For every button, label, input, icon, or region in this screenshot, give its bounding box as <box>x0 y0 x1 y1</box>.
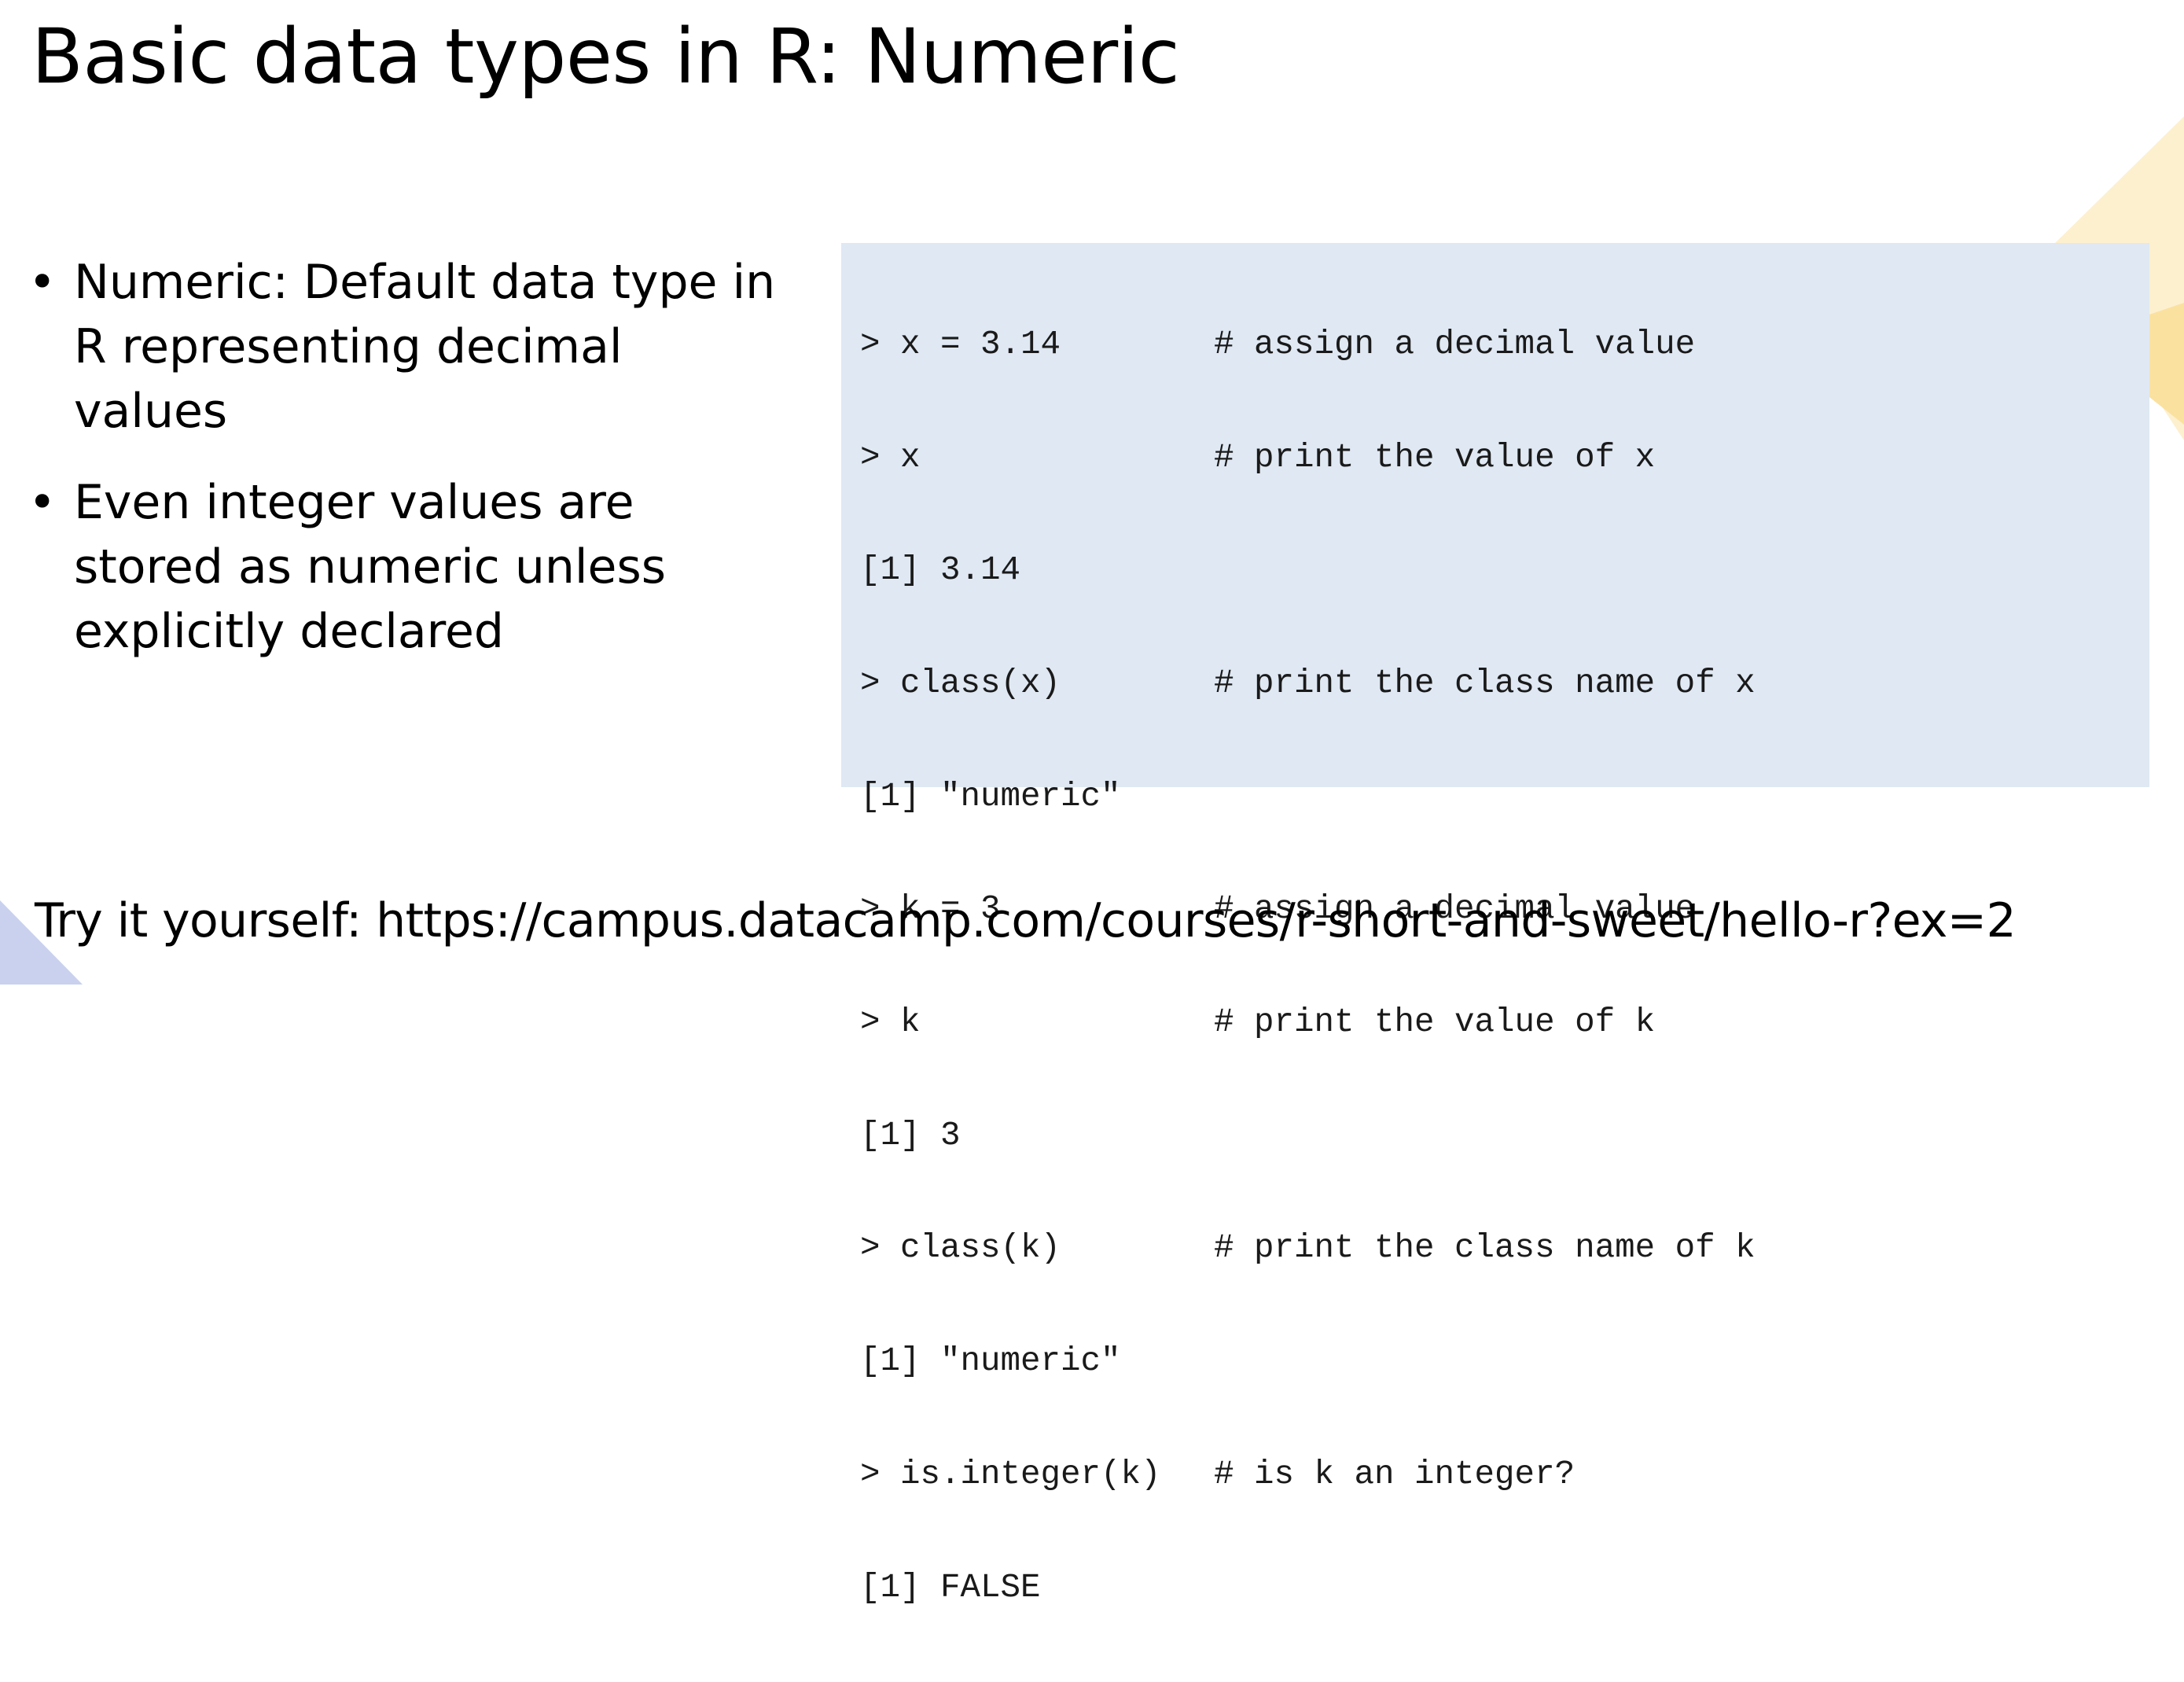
code-output: [1] 3.14 <box>860 551 1021 590</box>
code-command: > is.integer(k) <box>860 1455 1161 1493</box>
code-line: > x # print the value of x <box>860 438 1756 477</box>
code-comment: # print the value of k <box>1214 1003 1656 1042</box>
code-command: > class(x) <box>860 664 1061 702</box>
bullet-marker: • <box>28 255 57 310</box>
code-output: [1] "numeric" <box>860 777 1121 815</box>
code-line: [1] 3 <box>860 1117 1756 1155</box>
code-comment: # print the class name of x <box>1214 664 1756 702</box>
try-it-yourself-link-text: Try it yourself: https://campus.datacamp… <box>35 893 2017 948</box>
yellow-triangle <box>2149 303 2184 425</box>
code-line: > class(k) # print the class name of k <box>860 1229 1756 1268</box>
bullet-marker: • <box>28 475 57 530</box>
code-line: > class(x) # print the class name of x <box>860 664 1756 703</box>
code-line: [1] FALSE <box>860 1568 1756 1607</box>
bullet-item: • Numeric: Default data type in R repres… <box>28 250 783 444</box>
code-line: [1] "numeric" <box>860 778 1756 816</box>
code-output: [1] 3 <box>860 1116 961 1154</box>
code-block: > x = 3.14 # assign a decimal value > x # … <box>841 243 2149 1606</box>
code-line: [1] "numeric" <box>860 1342 1756 1381</box>
bullet-text: Even integer values are stored as numeri… <box>74 475 666 659</box>
code-line: > is.integer(k) # is k an integer? <box>860 1456 1756 1494</box>
code-command: > k <box>860 1003 921 1042</box>
bullet-text: Numeric: Default data type in R represen… <box>74 255 776 439</box>
code-command: > x <box>860 438 921 477</box>
code-output: [1] FALSE <box>860 1568 1041 1607</box>
code-comment: # print the class name of k <box>1214 1229 1756 1268</box>
bullet-item: • Even integer values are stored as nume… <box>28 470 783 664</box>
code-comment: # assign a decimal value <box>1214 325 1696 363</box>
code-comment: # print the value of x <box>1214 438 1656 477</box>
code-command: > class(k) <box>860 1229 1061 1268</box>
code-line: > k # print the value of k <box>860 1003 1756 1042</box>
bullet-list: • Numeric: Default data type in R repres… <box>28 250 783 690</box>
code-listing: > x = 3.14 # assign a decimal value > x # … <box>860 251 1756 1682</box>
code-comment: # is k an integer? <box>1214 1455 1575 1493</box>
code-line: [1] 3.14 <box>860 551 1756 590</box>
slide-title: Basic data types in R: Numeric <box>31 13 1180 101</box>
code-line: > x = 3.14 # assign a decimal value <box>860 326 1756 364</box>
code-command: > x = 3.14 <box>860 325 1061 363</box>
code-output: [1] "numeric" <box>860 1342 1121 1381</box>
